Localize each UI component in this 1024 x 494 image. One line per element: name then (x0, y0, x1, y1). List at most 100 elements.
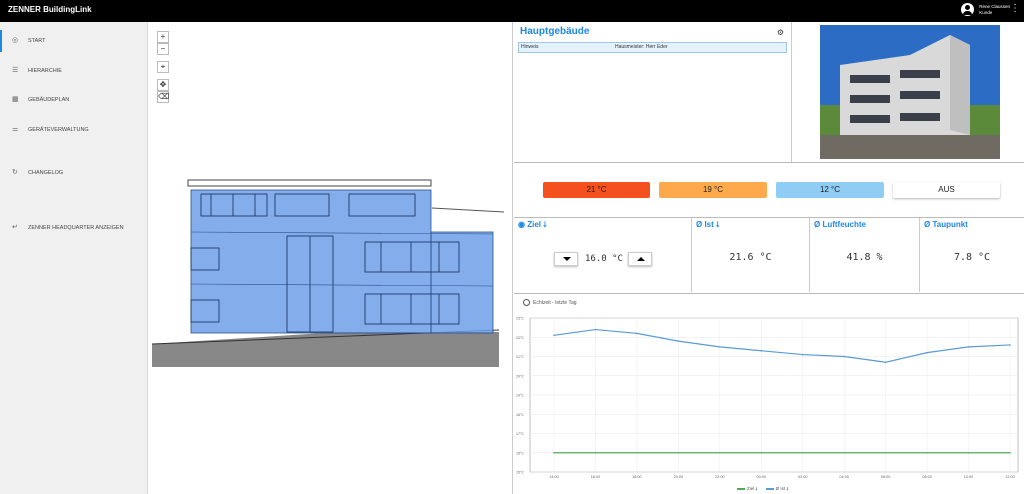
data-point-ziel (636, 451, 638, 454)
building-photo (791, 22, 1024, 162)
sidebar-item-label: START (28, 38, 46, 44)
kpi-taupunkt-value: 7.8 °C (953, 252, 991, 263)
x-tick-label: 00:00 (757, 475, 767, 479)
chevron-up-icon (637, 257, 645, 261)
zoom-in-button[interactable]: + (157, 31, 169, 43)
data-point-ist (884, 361, 887, 364)
kpi-ziel-value: 16.0 °C (585, 254, 623, 264)
legend-item-ist[interactable]: Ø Ist ⭣ (765, 486, 789, 491)
chart-legend: Ziel ⭣ Ø Ist ⭣ (737, 486, 789, 491)
data-point-ist (843, 355, 845, 358)
x-tick-label: 10:00 (964, 475, 974, 479)
building-photo-image (820, 25, 1000, 159)
data-point-ziel (884, 451, 887, 454)
data-point-ziel (677, 451, 680, 454)
x-tick-label: 02:00 (798, 475, 808, 479)
x-tick-label: 08:00 (922, 475, 932, 479)
y-tick-label: 17°C (516, 432, 524, 436)
clock-icon (523, 299, 530, 306)
sidebar-item-headquarter[interactable]: ↵ ZENNER HEADQUARTER ANZEIGEN (0, 217, 148, 239)
data-point-ziel (801, 451, 804, 454)
note-row: Hinweis Hausmeister: Herr Eder (518, 42, 787, 53)
data-point-ziel (760, 451, 763, 454)
data-point-ziel (553, 451, 555, 454)
y-tick-label: 22°C (516, 336, 524, 340)
sidebar-item-label: ZENNER HEADQUARTER ANZEIGEN (28, 225, 124, 231)
sidebar-item-hierarchie[interactable]: ☰ HIERARCHIE (0, 60, 148, 82)
temp-preset-21-button[interactable]: 21 °C (543, 182, 650, 198)
y-tick-label: 20°C (516, 374, 524, 378)
data-point-ist (967, 346, 970, 348)
temp-preset-19-button[interactable]: 19 °C (659, 182, 767, 198)
note-value: Hausmeister: Herr Eder (615, 44, 668, 50)
user-menu[interactable]: Rene Claussen Kunde (961, 3, 1010, 16)
data-point-ziel (926, 451, 928, 454)
kpi-ziel-title[interactable]: ◉ Ziel ⭣ (518, 220, 547, 230)
sidebar-item-label: GEBÄUDEPLAN (28, 97, 70, 103)
x-tick-label: 20:00 (674, 475, 684, 479)
decrease-button[interactable] (554, 252, 578, 266)
y-tick-label: 21°C (516, 355, 524, 359)
dashboard-icon: ◎ (12, 37, 19, 44)
data-point-ist (1009, 344, 1011, 346)
x-tick-label: 06:00 (881, 475, 891, 479)
more-vert-icon[interactable]: ⋮ (1010, 4, 1020, 14)
data-point-ist (760, 349, 763, 352)
sidebar: ◎ START ☰ HIERARCHIE ▦ GEBÄUDEPLAN ⚌ GER… (0, 22, 148, 494)
top-bar: ZENNER BuildingLink Rene Claussen Kunde … (0, 0, 1024, 22)
eraser-icon[interactable]: ⌫ (157, 91, 169, 103)
x-tick-label: 18:00 (632, 475, 642, 479)
data-point-ziel (1009, 451, 1011, 454)
increase-button[interactable] (628, 252, 652, 266)
kpi-luftfeuchte-value: 41.8 % (846, 252, 883, 263)
x-tick-label: 16:00 (591, 475, 601, 479)
sidebar-item-start[interactable]: ◎ START (0, 30, 148, 52)
kpi-ist-title[interactable]: Ø Ist ⭣ (696, 220, 720, 230)
chevron-down-icon (563, 257, 571, 261)
sidebar-item-gebaeudeplan[interactable]: ▦ GEBÄUDEPLAN (0, 89, 148, 111)
gear-icon[interactable]: ⚙ (777, 28, 784, 37)
y-tick-label: 19°C (516, 394, 524, 398)
history-icon: ↻ (12, 169, 18, 176)
sidebar-item-geraeteverwaltung[interactable]: ⚌ GERÄTEVERWALTUNG (0, 119, 148, 141)
note-key: Hinweis (521, 44, 539, 50)
y-tick-label: 18°C (516, 413, 524, 417)
x-tick-label: 04:00 (839, 475, 849, 479)
data-point-ist (636, 332, 638, 335)
building-plan-view[interactable] (149, 22, 513, 494)
sidebar-item-label: GERÄTEVERWALTUNG (28, 127, 89, 133)
user-role: Kunde (979, 9, 993, 15)
data-point-ziel (594, 451, 597, 454)
user-name: Rene Claussen (979, 3, 1010, 9)
chart-label: Echtzeit - letzte Tag (523, 299, 577, 306)
building-title: Hauptgebäude (520, 26, 590, 37)
divider (514, 162, 1024, 163)
legend-item-ziel[interactable]: Ziel ⭣ (737, 486, 758, 491)
building-icon: ▦ (12, 96, 19, 103)
y-tick-label: 23°C (516, 317, 524, 321)
data-point-ziel (967, 451, 970, 454)
hierarchy-icon: ☰ (12, 67, 19, 74)
data-point-ist (553, 334, 555, 337)
sliders-icon: ⚌ (12, 126, 19, 133)
kpi-ist-value: 21.6 °C (729, 252, 772, 263)
kpi-ist: Ø Ist ⭣ 21.6 °C (692, 218, 810, 292)
temp-off-button[interactable]: AUS (893, 182, 1000, 198)
y-tick-label: 16°C (516, 451, 524, 455)
data-point-ziel (843, 451, 845, 454)
x-tick-label: 14:00 (549, 475, 559, 479)
temp-preset-12-button[interactable]: 12 °C (776, 182, 884, 198)
location-pin-icon[interactable]: ⌖ (157, 61, 169, 73)
sidebar-item-changelog[interactable]: ↻ CHANGELOG (0, 162, 148, 184)
avatar-icon (961, 3, 975, 16)
move-icon[interactable]: ✥ (157, 79, 169, 91)
temperature-chart[interactable]: 15°C 16°C 17°C 18°C 19°C 20°C 21°C 22°C 23°C 14:0… (514, 310, 1024, 490)
sidebar-item-label: HIERARCHIE (28, 68, 62, 74)
data-point-ziel (719, 451, 721, 454)
kpi-luftfeuchte: Ø Luftfeuchte 41.8 % (810, 218, 920, 292)
x-tick-label: 22:00 (715, 475, 725, 479)
zoom-out-button[interactable]: − (157, 43, 169, 55)
y-tick-label: 15°C (516, 471, 524, 475)
data-point-ist (926, 351, 928, 354)
building-info-panel: Hauptgebäude ⚙ Hinweis Hausmeister: Herr… (514, 22, 790, 162)
